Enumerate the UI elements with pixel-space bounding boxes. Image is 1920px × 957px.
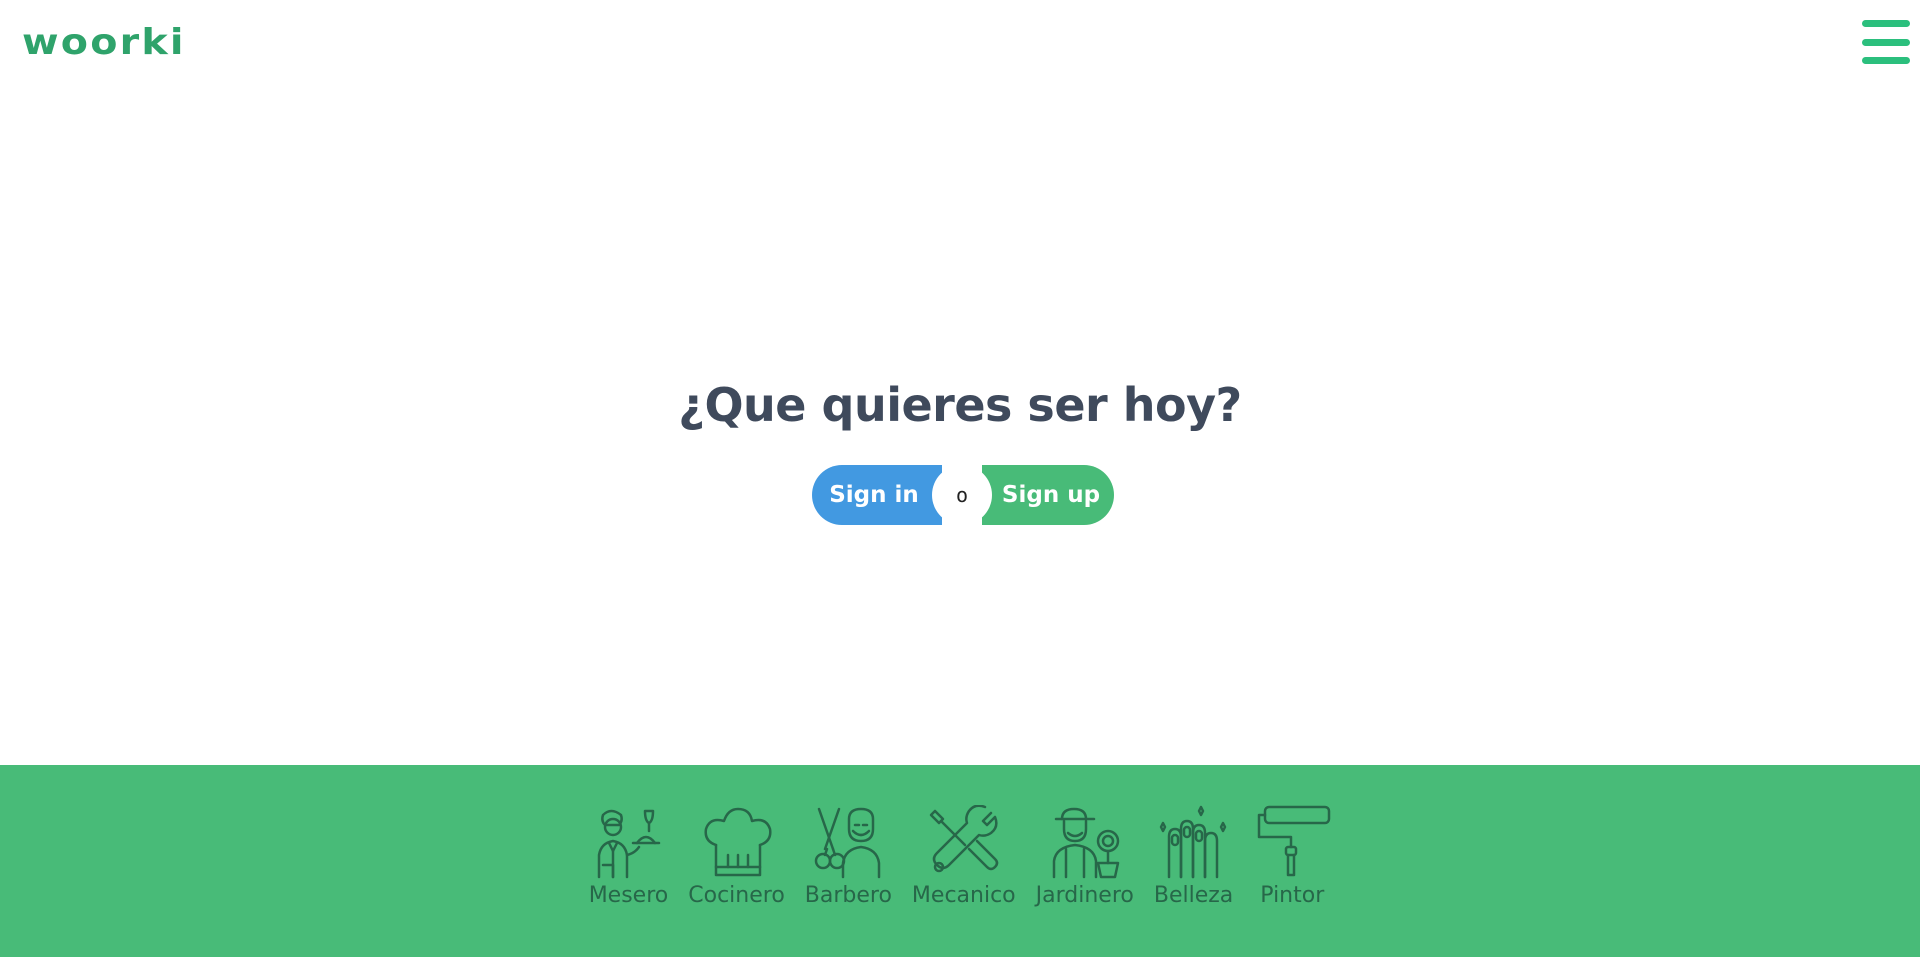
auth-button-group: Sign in o Sign up bbox=[812, 465, 1114, 525]
wrench-icon bbox=[929, 805, 999, 873]
nails-icon bbox=[1159, 805, 1226, 879]
barber-icon bbox=[815, 807, 881, 879]
gardener-icon bbox=[1052, 807, 1119, 879]
hero-title: ¿Que quieres ser hoy? bbox=[678, 378, 1242, 432]
category-label: Barbero bbox=[804, 883, 892, 908]
logo-text: woorki bbox=[22, 22, 186, 63]
category-list: Mesero Cocinero Barbero Mecanico Jardine… bbox=[0, 805, 1920, 908]
category-jardinero[interactable]: Jardinero bbox=[1036, 805, 1134, 908]
category-label: Mecanico bbox=[911, 883, 1016, 908]
category-label: Jardinero bbox=[1035, 883, 1134, 908]
category-label: Cocinero bbox=[688, 883, 785, 908]
sign-in-button[interactable]: Sign in bbox=[812, 465, 942, 525]
category-mesero[interactable]: Mesero bbox=[588, 805, 669, 908]
woorki-logo[interactable]: woorki bbox=[22, 25, 183, 61]
paint-roller-icon bbox=[1258, 805, 1331, 877]
chef-hat-icon bbox=[703, 807, 772, 877]
category-barbero[interactable]: Barbero bbox=[805, 805, 892, 908]
page: woorki ¿Que quieres ser hoy? Sign in o S… bbox=[0, 0, 1920, 957]
category-cocinero[interactable]: Cocinero bbox=[688, 805, 785, 908]
hamburger-menu-icon-bar bbox=[1862, 38, 1910, 46]
category-label: Belleza bbox=[1153, 883, 1234, 908]
or-separator: o bbox=[932, 465, 992, 525]
category-label: Mesero bbox=[588, 883, 669, 908]
sign-up-button[interactable]: Sign up bbox=[982, 465, 1114, 525]
category-pintor[interactable]: Pintor bbox=[1253, 805, 1331, 908]
categories-footer: Mesero Cocinero Barbero Mecanico Jardine… bbox=[0, 765, 1920, 957]
waiter-icon bbox=[598, 809, 661, 879]
hamburger-menu-icon bbox=[1862, 20, 1910, 27]
category-belleza[interactable]: Belleza bbox=[1154, 805, 1233, 908]
menu-button[interactable] bbox=[1862, 20, 1910, 64]
hamburger-menu-icon-bar bbox=[1862, 57, 1910, 64]
category-mecanico[interactable]: Mecanico bbox=[912, 805, 1016, 908]
category-label: Pintor bbox=[1260, 883, 1325, 908]
